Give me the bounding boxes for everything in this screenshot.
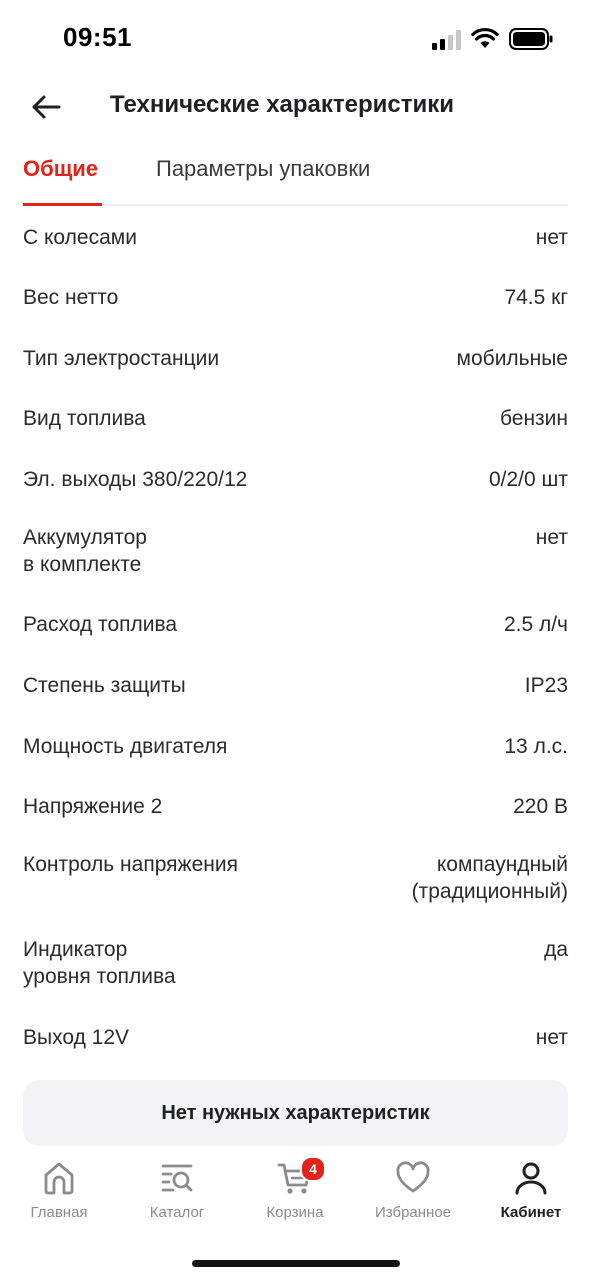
spec-value: бензин [499,407,568,430]
spec-label: Тип электростанции [23,347,220,370]
cart-icon-wrap: 4 [275,1156,326,1198]
tabbar-label: Кабинет [500,1204,562,1221]
screen: 09:51 Технические характеристики Общие П… [0,0,591,1280]
spec-value: 2.5 л/ч [503,613,568,636]
tabs: Общие Параметры упаковки [23,140,568,206]
tabs-divider [23,204,568,206]
spec-label: Степень защиты [23,674,186,697]
missing-specs-button[interactable]: Нет нужных характеристик [23,1080,568,1146]
user-icon [515,1162,547,1195]
spec-value: IP23 [524,674,568,697]
spec-value: компаундный (традиционный) [411,853,568,903]
home-indicator [192,1260,400,1267]
spec-value: нет [535,1026,568,1049]
page-title: Технические характеристики [110,91,455,118]
spec-label: С колесами [23,226,137,249]
catalog-search-icon [161,1164,193,1192]
home-icon [44,1162,74,1195]
tabbar-label: Избранное [374,1204,452,1221]
spec-label: Мощность двигателя [23,735,228,758]
spec-label: Эл. выходы 380/220/12 [23,468,248,491]
spec-value: 13 л.с. [504,735,568,758]
tabbar-item-cart[interactable]: 4 Корзина [236,1156,354,1228]
spec-label: Вес нетто [23,286,119,309]
spec-value: нет [535,526,568,549]
bottom-tab-bar: Главная Каталог 4 Корзина Избранное Каби… [0,1150,591,1230]
status-bar: 09:51 [0,0,591,80]
spec-label: Аккумулятор в комплекте [23,526,147,576]
tabbar-label: Главная [30,1204,88,1221]
tab-package-params[interactable]: Параметры упаковки [156,156,370,182]
status-time: 09:51 [63,22,132,52]
spec-label: Расход топлива [23,613,178,636]
cart-badge: 4 [300,1156,326,1182]
wifi-icon [471,27,499,48]
spec-value: мобильные [456,347,568,370]
spec-value: нет [535,226,568,249]
arrow-left-icon [32,95,61,119]
tabbar-item-cabinet[interactable]: Кабинет [472,1158,590,1228]
back-button[interactable] [26,90,66,124]
tab-active-indicator [23,203,102,206]
header: Технические характеристики [0,80,591,136]
spec-value: 0/2/0 шт [488,468,568,491]
spec-value: 74.5 кг [504,286,568,309]
cellular-signal-icon [432,30,461,50]
spec-value: да [544,938,568,961]
tabbar-item-home[interactable]: Главная [0,1158,118,1228]
tab-general[interactable]: Общие [23,156,98,182]
spec-label: Индикатор уровня топлива [23,938,176,988]
spec-value: 220 В [513,795,568,818]
spec-label: Вид топлива [23,407,146,430]
tabbar-label: Каталог [149,1204,205,1221]
tabbar-label: Корзина [266,1204,324,1221]
spec-label: Выход 12V [23,1026,130,1049]
heart-icon [396,1161,430,1193]
battery-icon [509,28,553,50]
spec-label: Напряжение 2 [23,795,163,818]
spec-label: Контроль напряжения [23,853,238,876]
tabbar-item-catalog[interactable]: Каталог [118,1158,236,1228]
tabbar-item-favorites[interactable]: Избранное [354,1158,472,1228]
